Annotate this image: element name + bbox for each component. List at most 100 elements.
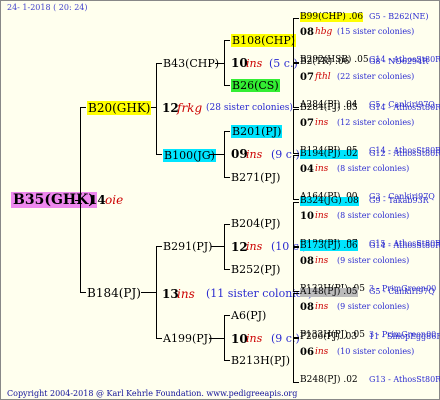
great-grandparent-queen: B271(PJ)	[231, 171, 281, 184]
connector	[224, 315, 225, 361]
sister-note: (8 sister colonies)	[337, 164, 410, 173]
mating-sign: frkg	[177, 101, 203, 115]
connector	[293, 199, 299, 200]
connector	[293, 293, 294, 338]
mating-sign: ins	[315, 164, 329, 174]
year: 07	[300, 72, 314, 83]
great-grandparent-queen: B108(CHP)	[231, 34, 297, 47]
sister-note: (10 sister colonies)	[337, 347, 415, 356]
mating-sign: ins	[315, 302, 329, 312]
root-queen: B35(GHK)	[11, 192, 97, 208]
connector	[293, 63, 294, 108]
lineage-code: G13 - AthosSt80R	[369, 375, 440, 384]
connector	[293, 382, 299, 383]
connector	[293, 109, 294, 154]
connector	[293, 247, 294, 292]
connector	[80, 107, 86, 108]
connector	[293, 109, 299, 110]
mating-sign: ins	[246, 148, 263, 161]
connector	[224, 224, 230, 225]
ancestor-queen: B2(TR) .06	[300, 57, 350, 67]
lineage-code: G5 - B262(NE)	[369, 12, 429, 21]
mating-sign: ins	[315, 347, 329, 357]
lineage-code: G12 - AthosSt80R	[369, 149, 440, 158]
great-grandparent-queen: B213H(PJ)	[231, 354, 291, 367]
sister-note: (28 sister colonies)	[206, 103, 293, 113]
ancestor-queen: B99(CHP) .06	[300, 12, 364, 22]
connector	[156, 246, 157, 338]
grandparent-queen: B43(CHP)	[163, 57, 220, 70]
lineage-code: G14 - AthosSt80R	[369, 241, 440, 250]
connector	[293, 338, 299, 339]
sister-note: (8 sister colonies)	[337, 211, 410, 220]
year: 07	[300, 118, 314, 129]
mating-sign: ins	[246, 332, 263, 345]
connector	[211, 246, 224, 247]
mating-sign: hbg	[315, 27, 333, 37]
year: 14	[89, 193, 106, 207]
connector	[224, 177, 230, 178]
mating-sign: ins	[315, 256, 329, 266]
connector	[293, 18, 294, 63]
mating-sign: ins	[246, 57, 263, 70]
connector	[156, 63, 157, 155]
connector	[209, 154, 224, 155]
lineage-code: G9 - Takab93R	[369, 196, 429, 205]
mating-sign: ins	[315, 211, 329, 221]
great-grandparent-queen: B204(PJ)	[231, 217, 281, 230]
connector	[80, 292, 86, 293]
connector	[293, 155, 299, 156]
connector	[215, 63, 224, 64]
ancestor-queen: B324(JG) .08	[300, 196, 359, 206]
sister-note: (12 sister colonies)	[337, 118, 415, 127]
ancestor-queen: B194(PJ) .02	[300, 149, 358, 159]
connector	[156, 338, 162, 339]
sister-note: (9 sister colonies)	[337, 256, 410, 265]
connector	[224, 269, 230, 270]
year: 06	[300, 347, 314, 358]
year: 08	[300, 302, 314, 313]
lineage-code: 11 - SinopEgg86R	[369, 332, 440, 341]
great-grandparent-queen: B26(CS)	[231, 79, 280, 92]
grandparent-queen: B100(JG)	[163, 149, 216, 162]
connector	[293, 293, 299, 294]
mating-sign: ins	[246, 240, 263, 253]
connector	[293, 63, 299, 64]
great-grandparent-queen: A6(PJ)	[231, 309, 267, 322]
connector	[293, 18, 299, 19]
copyright-footer: Copyright 2004-2018 @ Karl Kehrle Founda…	[7, 389, 298, 398]
great-grandparent-queen: B201(PJ)	[231, 125, 283, 138]
connector	[156, 63, 162, 64]
connector	[224, 315, 230, 316]
mating-sign: oie	[105, 193, 124, 207]
year: 08	[300, 27, 314, 38]
ancestor-queen: P206(PJ) .03	[300, 332, 358, 342]
connector	[224, 40, 225, 86]
sister-note: (22 sister colonies)	[337, 72, 415, 81]
grandparent-queen: B291(PJ)	[163, 240, 213, 253]
connector	[156, 154, 162, 155]
sister-note: (9 sister colonies)	[337, 302, 410, 311]
connector	[224, 85, 230, 86]
grandparent-queen: A199(PJ)	[163, 332, 213, 345]
connector	[156, 246, 162, 247]
connector	[293, 202, 294, 247]
mating-sign: ins	[315, 118, 329, 128]
connector	[224, 360, 230, 361]
parent-queen-1: B20(GHK)	[87, 101, 152, 115]
lineage-code: G5 - Cankiri97Q	[369, 287, 435, 296]
timestamp: 24- 1-2018 ( 20: 24)	[7, 3, 88, 12]
ancestor-queen: B173(PJ) .06	[300, 241, 358, 251]
connector	[224, 40, 230, 41]
connector	[224, 131, 230, 132]
sister-note: (15 sister colonies)	[337, 27, 415, 36]
connector	[293, 338, 294, 383]
connector	[209, 338, 224, 339]
connector	[141, 292, 157, 293]
connector	[293, 153, 299, 154]
connector	[293, 107, 299, 108]
connector	[293, 291, 299, 292]
great-grandparent-queen: B252(PJ)	[231, 263, 281, 276]
connector	[80, 107, 81, 293]
connector	[293, 155, 294, 200]
